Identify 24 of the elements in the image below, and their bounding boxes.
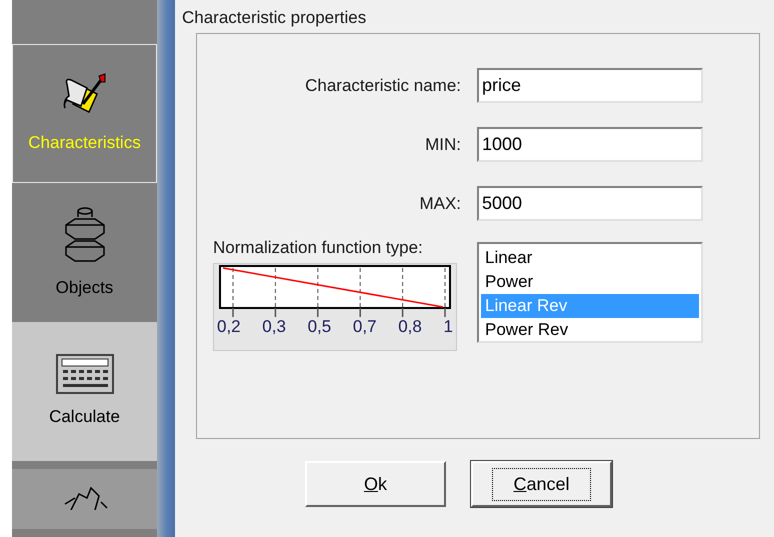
normalization-label: Normalization function type: (213, 237, 424, 259)
list-option[interactable]: Linear (481, 246, 699, 270)
sidebar-item[interactable] (12, 469, 157, 529)
field-label: Characteristic name: (304, 74, 461, 97)
nuts-icon (62, 204, 106, 265)
input-field[interactable]: 5000 (477, 186, 703, 221)
list-option[interactable]: Power Rev (481, 318, 699, 342)
field-label: MAX: (418, 192, 461, 215)
field-label: MIN: (424, 134, 461, 156)
axis-tick-label: 0,8 (398, 316, 422, 336)
axis-tick-label: 0,2 (217, 316, 241, 336)
input-field[interactable]: price (477, 68, 703, 103)
sidebar-item[interactable]: Characteristics (12, 44, 157, 183)
dialog-button[interactable]: Ok (305, 461, 446, 507)
dialog-title: Characteristic properties (181, 7, 368, 29)
axis-tick-label: 1 (443, 316, 453, 336)
axis-tick-label: 0,7 (352, 316, 377, 336)
input-field[interactable]: 1000 (477, 127, 703, 162)
dialog-button[interactable]: Cancel (471, 461, 612, 507)
axis-tick-label: 0,5 (308, 316, 332, 336)
calculator-icon (56, 354, 114, 394)
sidebar-item[interactable]: Calculate (12, 322, 157, 461)
list-option[interactable]: Power (481, 270, 699, 294)
axis-tick-label: 0,3 (262, 316, 286, 336)
